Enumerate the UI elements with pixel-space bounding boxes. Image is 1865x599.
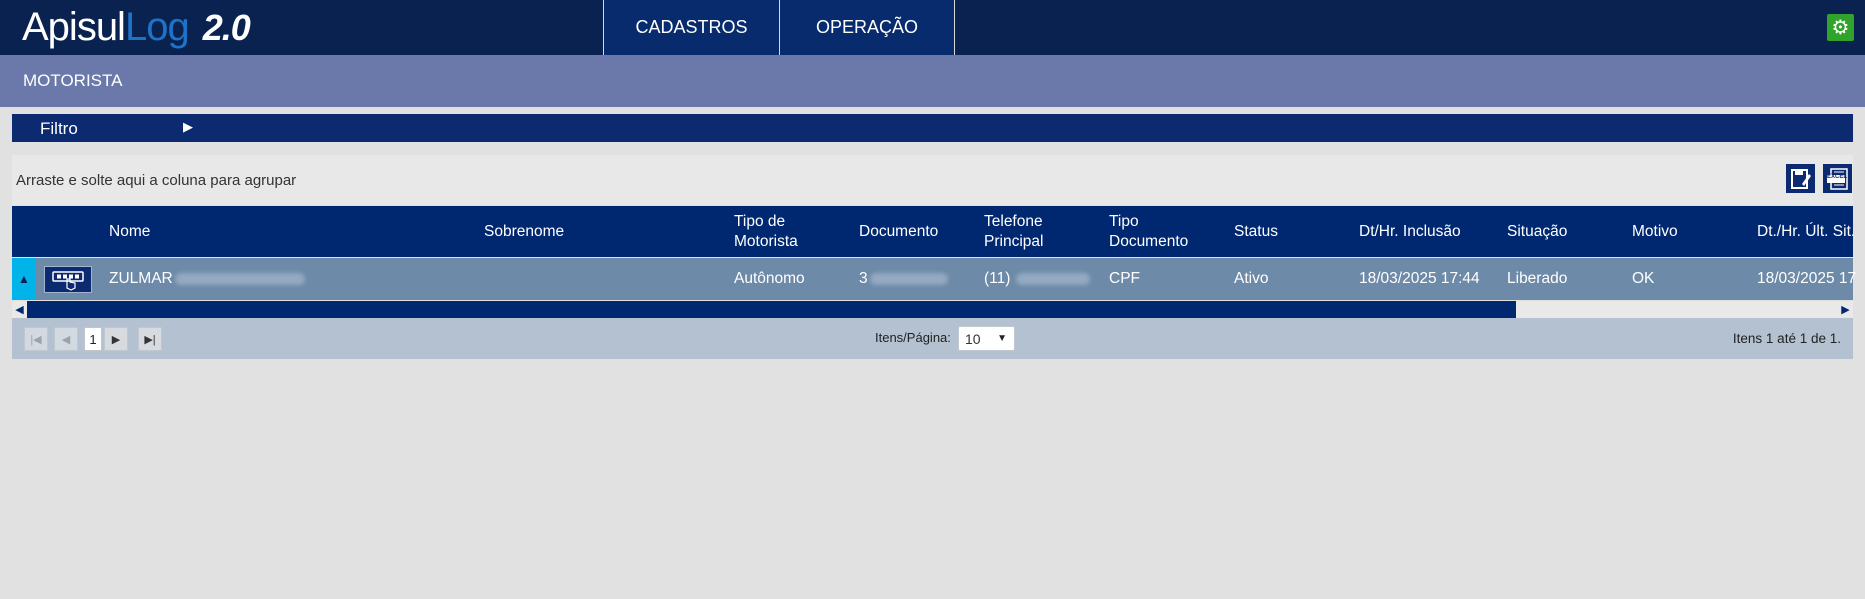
column-label: Documento (859, 222, 939, 240)
logo-part2: Log (124, 5, 190, 49)
save-layout-button[interactable] (1786, 164, 1815, 193)
pager-info: Itens 1 até 1 de 1. (1732, 331, 1841, 346)
cell-text: (11) (984, 270, 1011, 287)
prev-page-button[interactable]: ◀ (54, 327, 78, 351)
expand-row-icon[interactable]: ▲ (12, 258, 36, 300)
prev-page-icon: ◀ (61, 333, 71, 346)
column-header-tipo-documento[interactable]: Tipo Documento (1109, 206, 1188, 257)
export-excel-button[interactable]: EXCEL (1823, 164, 1852, 193)
group-drop-area[interactable]: Arraste e solte aqui a coluna para agrup… (12, 155, 1853, 205)
items-per-page-select[interactable]: 10 ▼ (958, 326, 1015, 351)
column-label: Motivo (1632, 222, 1678, 240)
redacted-text (174, 273, 305, 285)
grid-header: Nome Sobrenome Tipo de Motorista Document… (12, 206, 1855, 257)
gear-icon[interactable]: ⚙ (1827, 14, 1854, 41)
column-header-inclusao[interactable]: Dt/Hr. Inclusão (1359, 206, 1461, 257)
caret-right-icon: ▶ (183, 119, 193, 134)
app-logo[interactable]: Apisul Log 2.0 (22, 0, 251, 55)
cell-status: Ativo (1234, 270, 1269, 287)
horizontal-scrollbar[interactable]: ◀ ▶ (12, 301, 1853, 318)
column-label: Dt./Hr. Últ. Sit. (1757, 222, 1856, 240)
column-header-telefone[interactable]: Telefone Principal (984, 206, 1043, 257)
cell-telefone: (11) (984, 258, 1091, 300)
table-row[interactable]: ▲ ZULMAR Autônomo 3 (11) CPF Ativo 18/03… (12, 258, 1857, 300)
column-header-sobrenome[interactable]: Sobrenome (484, 206, 564, 257)
column-header-ult-sit[interactable]: Dt./Hr. Últ. Sit. (1757, 206, 1855, 257)
column-label: Tipo de (734, 212, 786, 230)
group-hint: Arraste e solte aqui a coluna para agrup… (16, 172, 297, 189)
column-header-situacao[interactable]: Situação (1507, 206, 1567, 257)
first-page-button[interactable]: |◀ (24, 327, 48, 351)
column-label: Nome (109, 222, 151, 240)
scroll-right-icon[interactable]: ▶ (1838, 301, 1853, 318)
cell-inclusao: 18/03/2025 17:44 (1359, 270, 1480, 287)
cell-text: ZULMAR (109, 270, 173, 287)
column-label: Sobrenome (484, 222, 565, 240)
items-per-page-value: 10 (965, 331, 981, 347)
nav-tab-cadastros[interactable]: CADASTROS (603, 0, 779, 55)
items-per-page-label: Itens/Página: (875, 330, 951, 345)
column-label: Dt/Hr. Inclusão (1359, 222, 1461, 240)
top-bar: Apisul Log 2.0 CADASTROS OPERAÇÃO ⚙ (0, 0, 1865, 55)
column-label: Documento (1109, 232, 1189, 250)
main-nav: CADASTROS OPERAÇÃO (603, 0, 955, 55)
last-page-button[interactable]: ▶| (138, 327, 162, 351)
logo-part1: Apisul (22, 5, 126, 49)
column-label: Tipo (1109, 212, 1139, 230)
save-layout-icon (1790, 168, 1811, 189)
page-title-bar: MOTORISTA (0, 55, 1865, 107)
column-header-documento[interactable]: Documento (859, 206, 938, 257)
next-page-icon: ▶ (111, 333, 121, 346)
column-header-status[interactable]: Status (1234, 206, 1278, 257)
column-header-motivo[interactable]: Motivo (1632, 206, 1678, 257)
column-label: Principal (984, 232, 1044, 250)
touch-keypad-icon (52, 270, 84, 291)
logo-version: 2.0 (202, 6, 251, 48)
last-page-icon: ▶| (144, 333, 156, 346)
cell-motivo: OK (1632, 270, 1655, 287)
current-page[interactable]: 1 (84, 327, 102, 351)
nav-tab-operacao[interactable]: OPERAÇÃO (779, 0, 955, 55)
column-label: Situação (1507, 222, 1568, 240)
redacted-text (869, 273, 948, 285)
grid-pager: |◀ ◀ 1 ▶ ▶| Itens/Página: 10 ▼ Itens 1 a… (12, 318, 1853, 359)
column-label: Telefone (984, 212, 1043, 230)
cell-tipo-documento: CPF (1109, 270, 1140, 287)
scrollbar-thumb[interactable] (27, 301, 1516, 318)
next-page-button[interactable]: ▶ (104, 327, 128, 351)
cell-documento: 3 (859, 258, 948, 300)
column-header-tipo-motorista[interactable]: Tipo de Motorista (734, 206, 798, 257)
cell-nome: ZULMAR (109, 258, 305, 300)
redacted-text (1016, 273, 1091, 285)
row-action-button[interactable] (44, 266, 92, 293)
cell-text: 3 (859, 270, 868, 287)
page-title: MOTORISTA (23, 71, 123, 90)
filter-toggle[interactable]: Filtro ▶ (12, 114, 1853, 142)
column-label: Motorista (734, 232, 798, 250)
chevron-down-icon: ▼ (997, 333, 1007, 344)
filter-label: Filtro (40, 119, 78, 138)
scroll-left-icon[interactable]: ◀ (12, 301, 27, 318)
first-page-icon: |◀ (30, 333, 42, 346)
cell-situacao: Liberado (1507, 270, 1568, 287)
column-label: Status (1234, 222, 1278, 240)
column-header-nome[interactable]: Nome (109, 206, 150, 257)
cell-ult-sit: 18/03/2025 17 (1757, 270, 1857, 287)
cell-tipo-motorista: Autônomo (734, 270, 805, 287)
excel-label: EXCEL (1827, 174, 1848, 180)
